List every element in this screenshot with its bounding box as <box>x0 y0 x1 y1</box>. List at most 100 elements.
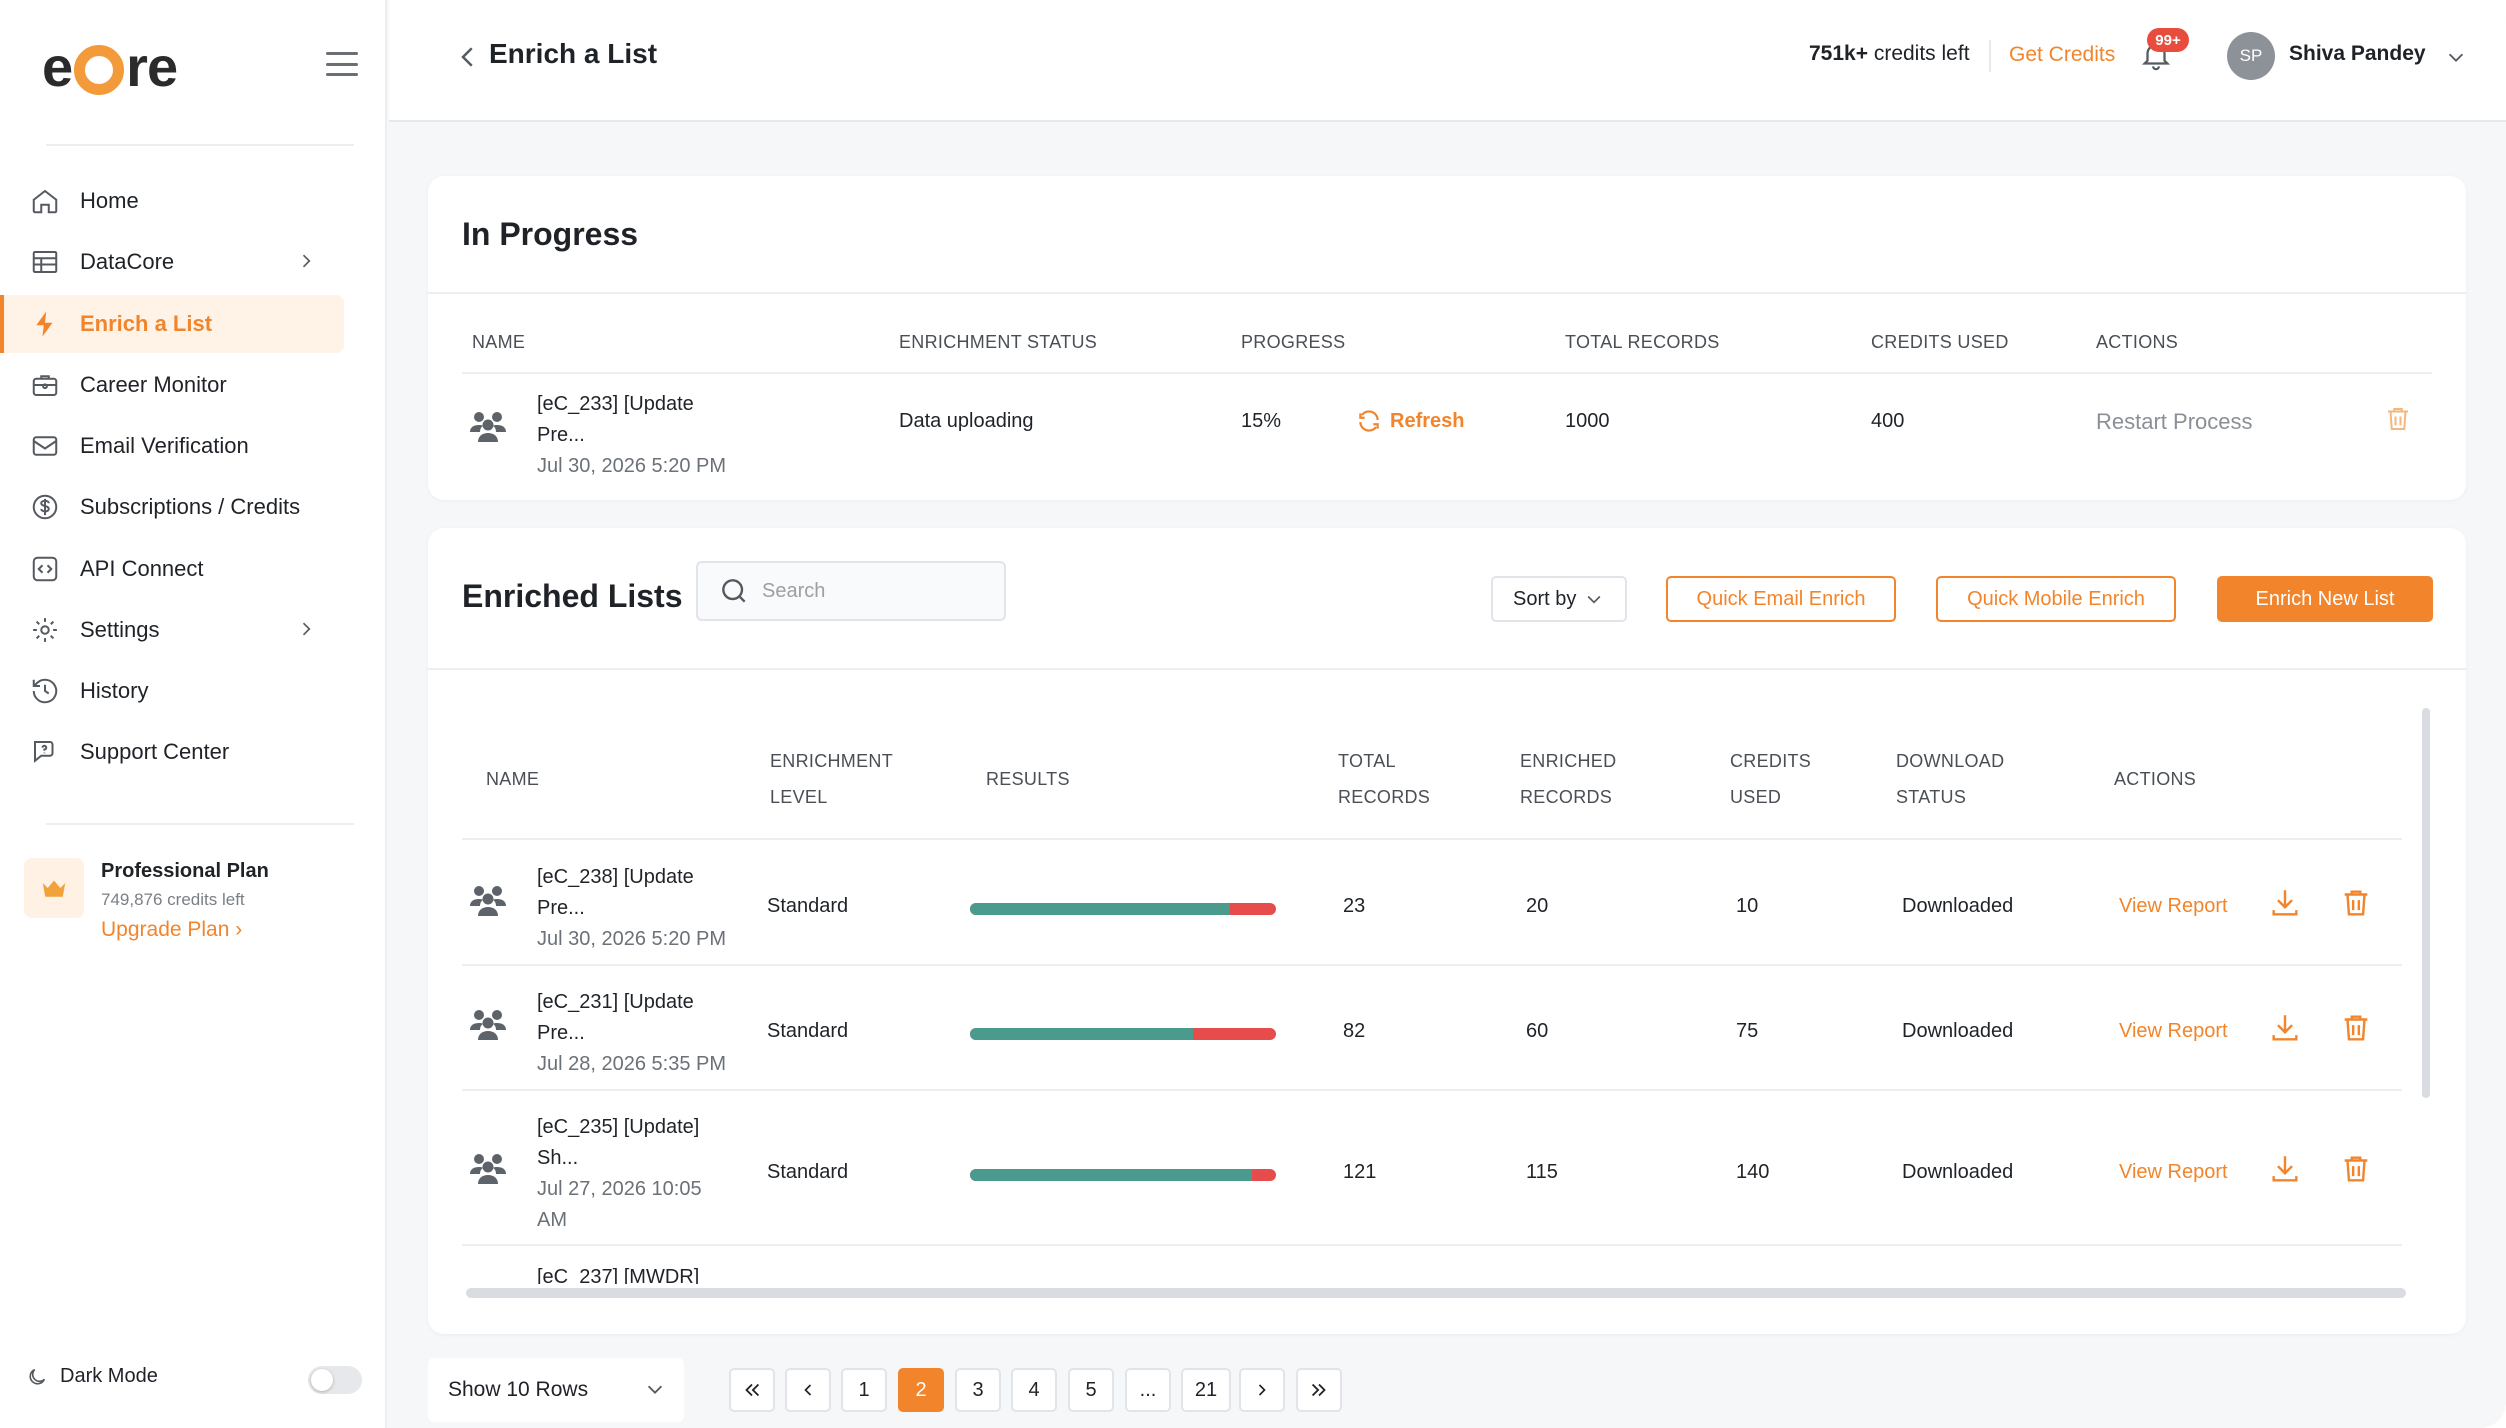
prev-page-button[interactable] <box>785 1368 831 1412</box>
page-button-1[interactable]: 1 <box>841 1368 887 1412</box>
view-report-link[interactable]: View Report <box>2119 895 2228 918</box>
search-icon <box>722 579 746 603</box>
history-icon <box>28 674 62 708</box>
sidebar-item-api-connect[interactable]: API Connect <box>0 540 344 598</box>
view-report-link[interactable]: View Report <box>2119 1020 2228 1043</box>
download-icon[interactable] <box>2268 1011 2302 1051</box>
back-arrow-icon[interactable] <box>453 42 483 72</box>
name-line: [eC_238] [Update <box>537 866 694 888</box>
bolt-icon <box>28 307 62 341</box>
restart-process-button[interactable]: Restart Process <box>2096 409 2253 435</box>
page-ellipsis: ... <box>1125 1368 1171 1412</box>
page-button-3[interactable]: 3 <box>955 1368 1001 1412</box>
download-icon[interactable] <box>2268 886 2302 926</box>
sidebar-item-email-verification[interactable]: Email Verification <box>0 417 344 475</box>
rows-per-page-select[interactable]: Show 10 Rows <box>428 1358 684 1422</box>
sidebar-item-datacore[interactable]: DataCore <box>0 233 344 291</box>
get-credits-link[interactable]: Get Credits <box>2009 43 2115 67</box>
credits-used: 10 <box>1736 895 1759 917</box>
col-header-line: Used <box>1730 787 1782 807</box>
quick-mobile-enrich-button[interactable]: Quick Mobile Enrich <box>1936 576 2176 622</box>
vertical-scrollbar[interactable] <box>2422 708 2430 1098</box>
search-input[interactable]: Search <box>696 561 1006 621</box>
total-records: 23 <box>1343 895 1366 917</box>
results-bar-fill <box>970 1169 1252 1181</box>
sidebar-item-subscriptions[interactable]: Subscriptions / Credits <box>0 478 344 536</box>
col-header-credits-used: Credits Used <box>1730 743 1811 815</box>
enriched-records: 115 <box>1526 1161 1558 1183</box>
credits-used: 140 <box>1736 1161 1770 1183</box>
refresh-button[interactable]: Refresh <box>1356 408 1464 434</box>
results-bar <box>970 1028 1276 1040</box>
list-name: [eC_237] [MWDR] <box>537 1266 700 1284</box>
avatar[interactable]: SP <box>2227 32 2275 80</box>
enriched-lists-title: Enriched Lists <box>462 578 683 614</box>
download-status: Downloaded <box>1902 895 2014 917</box>
quick-email-enrich-button[interactable]: Quick Email Enrich <box>1666 576 1896 622</box>
enrichment-status: Data uploading <box>899 410 1034 432</box>
sidebar-item-support-center[interactable]: Support Center <box>0 723 344 781</box>
trash-icon[interactable] <box>2383 404 2413 440</box>
last-page-button[interactable] <box>1296 1368 1342 1412</box>
page-title: Enrich a List <box>489 38 658 69</box>
support-icon <box>28 735 62 769</box>
view-report-link[interactable]: View Report <box>2119 1161 2228 1184</box>
next-page-button[interactable] <box>1239 1368 1285 1412</box>
hamburger-menu-icon[interactable] <box>326 52 358 76</box>
enriched-records: 60 <box>1526 1020 1549 1042</box>
dark-mode-row: Dark Mode <box>26 1365 158 1388</box>
chevron-down-icon[interactable] <box>2445 46 2467 73</box>
download-status: Downloaded <box>1902 1161 2014 1183</box>
chevron-right-icon <box>296 619 316 645</box>
col-header-actions: Actions <box>2114 769 2197 789</box>
sidebar-item-label: Support Center <box>80 739 230 764</box>
sidebar-item-label: DataCore <box>80 249 175 274</box>
enrichment-level: Standard <box>767 895 849 917</box>
app-frame: e re Home DataCore Enrich a List Career M… <box>0 0 2506 1428</box>
plan-title: Professional Plan <box>101 860 269 882</box>
in-progress-name[interactable]: [eC_233] [Update Pre... Jul 30, 2026 5:2… <box>537 389 726 482</box>
download-icon[interactable] <box>2268 1152 2302 1192</box>
ecore-logo[interactable]: e re <box>42 35 178 98</box>
page-button-21[interactable]: 21 <box>1181 1368 1231 1412</box>
people-icon <box>468 882 508 918</box>
name-line: [eC_233] [Update <box>537 393 694 415</box>
upgrade-plan-link[interactable]: Upgrade Plan › <box>101 918 242 942</box>
col-header-results: Results <box>986 769 1070 789</box>
first-page-button[interactable] <box>729 1368 775 1412</box>
search-placeholder: Search <box>762 579 826 602</box>
results-bar <box>970 1169 1276 1181</box>
upgrade-plan-label: Upgrade Plan <box>101 918 230 941</box>
page-button-5[interactable]: 5 <box>1068 1368 1114 1412</box>
code-icon <box>28 552 62 586</box>
people-icon <box>468 1006 508 1042</box>
refresh-icon <box>1356 408 1382 434</box>
sidebar-item-history[interactable]: History <box>0 662 344 720</box>
col-header-total-records: Total Records <box>1338 743 1430 815</box>
page-button-2[interactable]: 2 <box>898 1368 944 1412</box>
enrich-new-list-button[interactable]: Enrich New List <box>2217 576 2433 622</box>
col-header-total-records: Total Records <box>1565 332 1720 352</box>
sort-by-dropdown[interactable]: Sort by <box>1491 576 1627 622</box>
sort-by-label: Sort by <box>1513 587 1577 610</box>
trash-icon[interactable] <box>2339 886 2373 926</box>
col-header-line: Level <box>770 787 828 807</box>
sidebar-item-settings[interactable]: Settings <box>0 601 344 659</box>
sidebar-item-enrich[interactable]: Enrich a List <box>0 295 344 353</box>
table-icon <box>28 245 62 279</box>
sidebar-item-home[interactable]: Home <box>0 172 344 230</box>
col-header-enrichment-level: Enrichment Level <box>770 743 893 815</box>
total-records: 82 <box>1343 1020 1366 1042</box>
page-button-4[interactable]: 4 <box>1011 1368 1057 1412</box>
dark-mode-toggle[interactable] <box>308 1366 362 1394</box>
credits-left: 751k+ credits left <box>1809 42 1970 66</box>
col-header-progress: Progress <box>1241 332 1346 352</box>
col-header-enriched-records: Enriched Records <box>1520 743 1616 815</box>
trash-icon[interactable] <box>2339 1011 2373 1051</box>
credits-text: credits left <box>1873 42 1970 65</box>
trash-icon[interactable] <box>2339 1152 2373 1192</box>
user-name[interactable]: Shiva Pandey <box>2289 42 2426 66</box>
horizontal-scrollbar[interactable] <box>466 1288 2406 1298</box>
sidebar-item-career-monitor[interactable]: Career Monitor <box>0 356 344 414</box>
moon-icon <box>26 1366 48 1388</box>
